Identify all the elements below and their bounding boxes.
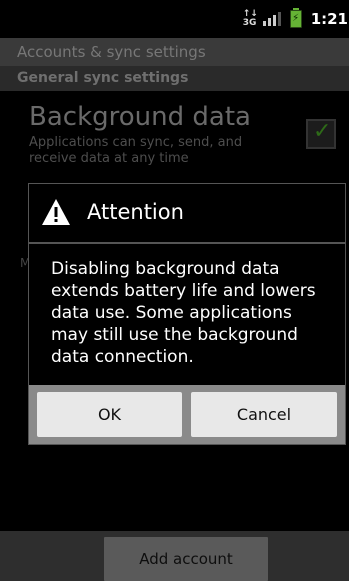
network-type-icon: ↑↓ 3G <box>242 9 258 28</box>
dialog-message: Disabling background data extends batter… <box>51 259 316 367</box>
section-header-general-sync: General sync settings <box>0 66 349 91</box>
status-icons: ↑↓ 3G ⚡ 1:21 <box>243 8 349 30</box>
cancel-button[interactable]: Cancel <box>191 392 337 437</box>
signal-strength-icon <box>262 12 281 26</box>
background-data-title: Background data <box>29 102 251 132</box>
dialog-button-bar: OK Cancel <box>29 385 345 444</box>
dialog-title: Attention <box>87 200 184 224</box>
status-bar: ↑↓ 3G ⚡ 1:21 <box>0 0 349 38</box>
dialog-title-bar: Attention <box>29 184 345 242</box>
warning-icon <box>42 199 70 225</box>
checkmark-icon: ✓ <box>313 119 332 144</box>
screen-title: Accounts & sync settings <box>0 38 349 66</box>
clock: 1:21 <box>310 10 348 28</box>
dialog-body: Disabling background data extends batter… <box>29 244 345 385</box>
background-data-preference[interactable]: Background data Applications can sync, s… <box>0 91 349 181</box>
ok-button[interactable]: OK <box>37 392 182 437</box>
background-data-summary: Applications can sync, send, and receive… <box>29 135 243 166</box>
bottom-bar: Add account <box>0 531 349 581</box>
battery-charging-icon: ⚡ <box>289 8 302 28</box>
background-data-checkbox[interactable]: ✓ <box>306 119 336 149</box>
attention-dialog: Attention Disabling background data exte… <box>28 183 346 445</box>
add-account-button[interactable]: Add account <box>104 537 268 581</box>
